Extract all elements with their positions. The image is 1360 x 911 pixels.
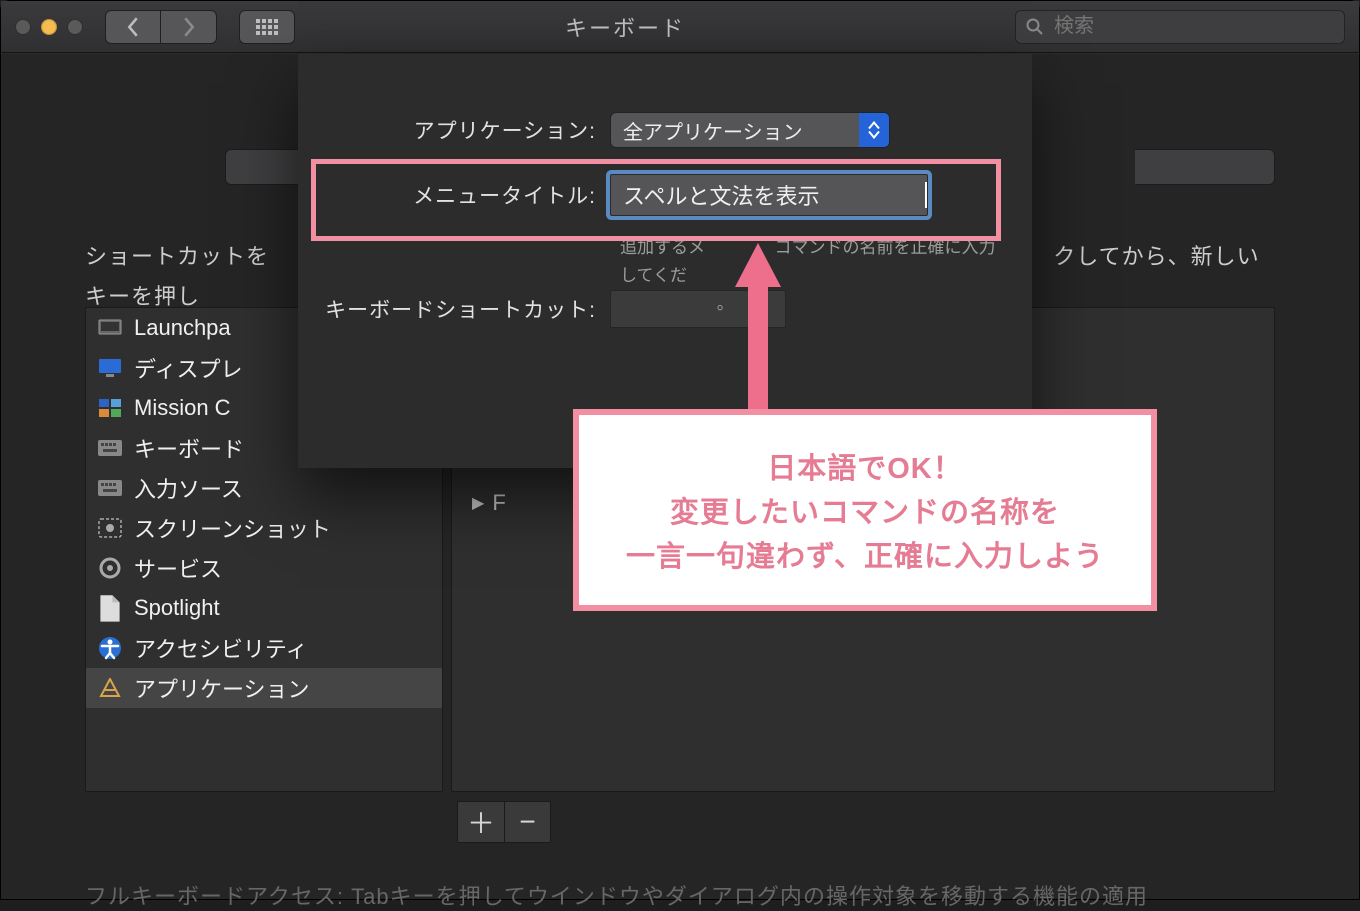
application-selected: 全アプリケーション xyxy=(611,116,859,145)
sidebar-item-applications[interactable]: アプリケーション xyxy=(86,668,442,708)
search-field[interactable] xyxy=(1015,10,1345,44)
chevron-right-icon xyxy=(182,17,196,37)
sidebar-item-services[interactable]: サービス xyxy=(86,548,442,588)
display-icon xyxy=(98,358,122,378)
menu-title-hint: 追加するメ コマンドの名前を正確に入力してくだ 。 xyxy=(620,234,1002,318)
callout-line1: 日本語でOK！ xyxy=(767,445,963,487)
menu-title-field[interactable] xyxy=(610,174,928,216)
sidebar-item-label: アクセシビリティ xyxy=(134,632,308,664)
forward-button[interactable] xyxy=(161,10,217,44)
sidebar-item-label: キーボード xyxy=(134,432,244,464)
list-row-label: F xyxy=(492,490,505,516)
search-input[interactable] xyxy=(1054,15,1334,38)
callout-line3: 一言一句違わず、正確に入力しよう xyxy=(626,533,1104,575)
sidebar-item-screenshot[interactable]: スクリーンショット xyxy=(86,508,442,548)
show-all-button[interactable] xyxy=(239,10,295,44)
sidebar-item-label: 入力ソース xyxy=(134,472,243,504)
screenshot-icon xyxy=(98,518,122,538)
accessibility-icon xyxy=(98,638,122,658)
tabbar-fragment-right xyxy=(1135,149,1275,185)
menu-title-label: メニュータイトル: xyxy=(298,180,610,210)
sidebar-item-input-sources[interactable]: 入力ソース xyxy=(86,468,442,508)
titlebar: キーボード xyxy=(1,1,1359,53)
mission-control-icon xyxy=(98,398,122,418)
search-icon xyxy=(1026,18,1044,36)
sidebar-item-label: Launchpa xyxy=(134,315,231,341)
nav-group xyxy=(105,10,217,44)
zoom-window-icon[interactable] xyxy=(67,19,83,35)
keyboard-icon xyxy=(98,478,122,498)
shortcut-label: キーボードショートカット: xyxy=(298,294,610,324)
sidebar-item-spotlight[interactable]: Spotlight xyxy=(86,588,442,628)
sidebar-item-label: ディスプレ xyxy=(134,352,242,384)
sidebar-item-label: サービス xyxy=(134,552,222,584)
callout-line2: 変更したいコマンドの名称を xyxy=(670,489,1060,531)
sidebar-item-accessibility[interactable]: アクセシビリティ xyxy=(86,628,442,668)
popup-arrows-icon xyxy=(859,113,889,147)
applications-icon xyxy=(98,678,122,698)
list-row[interactable]: ▶ F xyxy=(472,490,506,516)
sidebar-item-label: スクリーンショット xyxy=(134,512,331,544)
minus-icon: − xyxy=(519,806,535,838)
grid-icon xyxy=(256,19,278,35)
annotation-callout: 日本語でOK！ 変更したいコマンドの名称を 一言一句違わず、正確に入力しよう xyxy=(573,409,1157,611)
window-title: キーボード xyxy=(565,11,685,43)
document-icon xyxy=(98,598,122,618)
back-button[interactable] xyxy=(105,10,161,44)
preferences-window: キーボード ショートカットを クしてから、新しいキーを押し Launchpa xyxy=(0,0,1360,900)
gear-icon xyxy=(98,558,122,578)
disclosure-triangle-icon[interactable]: ▶ xyxy=(472,493,484,513)
sidebar-item-label: Mission C xyxy=(134,395,231,421)
keyboard-icon xyxy=(98,438,122,458)
launchpad-icon xyxy=(98,318,122,338)
sidebar-item-label: Spotlight xyxy=(134,595,220,621)
instruction-line1: ショートカットを xyxy=(85,244,269,269)
footer-text: フルキーボードアクセス: Tabキーを押してウインドウやダイアログ内の操作対象を… xyxy=(85,879,1275,911)
minimize-window-icon[interactable] xyxy=(41,19,57,35)
remove-button[interactable]: − xyxy=(504,802,550,842)
application-label: アプリケーション: xyxy=(298,115,610,145)
tabbar-fragment-left xyxy=(225,149,301,185)
chevron-left-icon xyxy=(126,17,140,37)
text-cursor xyxy=(925,182,927,208)
plus-icon: ＋ xyxy=(467,802,495,842)
sidebar-item-label: アプリケーション xyxy=(134,672,310,704)
add-remove-group: ＋ − xyxy=(457,801,551,843)
close-window-icon[interactable] xyxy=(15,19,31,35)
add-button[interactable]: ＋ xyxy=(458,802,504,842)
application-popup[interactable]: 全アプリケーション xyxy=(610,112,890,148)
add-shortcut-sheet: アプリケーション: 全アプリケーション メニュータイトル: 追加するメ コマンド… xyxy=(298,54,1032,468)
traffic-lights xyxy=(15,19,83,35)
menu-title-input[interactable] xyxy=(611,182,923,208)
